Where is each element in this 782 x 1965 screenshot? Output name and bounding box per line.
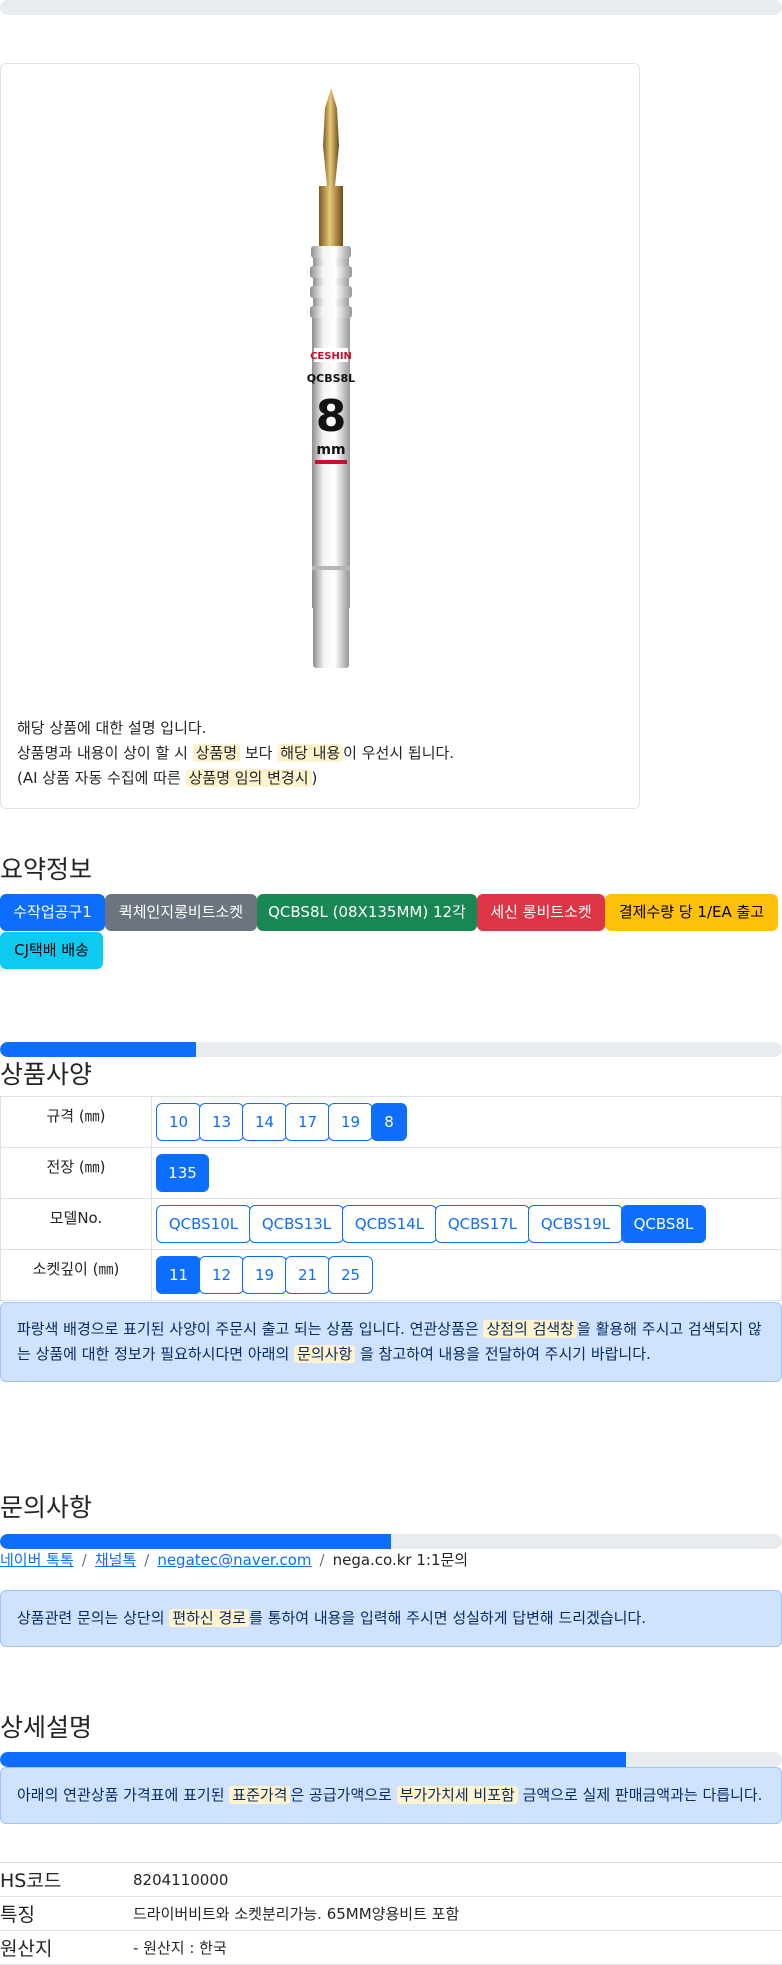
- spec-option-button[interactable]: 13: [199, 1103, 244, 1141]
- inquiry-links: 네이버 톡톡 / 채널톡 / negatec@naver.com / nega.co.kr …: [0, 1551, 469, 1569]
- description-line: (AI 상품 자동 수집에 따른 상품명 임의 변경시): [17, 769, 318, 787]
- highlight: 상품명: [192, 744, 241, 762]
- spec-row: 규격 (㎜) 10 13 14 17 19 8: [0, 1096, 782, 1148]
- spec-label: 모델No.: [0, 1198, 152, 1250]
- email-link[interactable]: negatec@naver.com: [157, 1551, 311, 1569]
- highlight: 표준가격: [229, 1786, 291, 1804]
- info-row: 원산지 - 원산지 : 한국: [0, 1930, 782, 1965]
- inquiry-title: 문의사항: [0, 1493, 93, 1522]
- inquiry-notice: 상품관련 문의는 상단의 편하신 경로 를 통하여 내용을 입력해 주시면 성실하…: [0, 1590, 782, 1647]
- spec-option-button[interactable]: 25: [328, 1256, 373, 1294]
- detail-progress-fill: [0, 1752, 626, 1767]
- spec-option-button[interactable]: 11: [156, 1256, 201, 1294]
- badge: CJ택배 배송: [0, 932, 103, 969]
- product-description: 해당 상품에 대한 설명 입니다. 상품명과 내용이 상이 할 시 상품명 보다…: [17, 716, 454, 791]
- badge: 세신 롱비트소켓: [477, 894, 605, 931]
- info-value: - 원산지 : 한국: [133, 1930, 782, 1965]
- spec-option-button[interactable]: 17: [285, 1103, 330, 1141]
- specs-notice: 파랑색 배경으로 표기된 사양이 주문시 출고 되는 상품 입니다. 연관상품은…: [0, 1302, 782, 1382]
- product-card: CESHIN QCBS8L 8 mm 해당 상품에 대한 설명 입니다. 상품명…: [0, 63, 640, 809]
- inquiry-progress-fill: [0, 1534, 391, 1549]
- info-row: HS코드 8204110000: [0, 1862, 782, 1897]
- highlight: 문의사항: [294, 1345, 356, 1363]
- product-image: CESHIN QCBS8L 8 mm: [307, 88, 355, 668]
- badge: 결제수량 당 1/EA 출고: [605, 894, 778, 931]
- spec-option-button[interactable]: QCBS19L: [528, 1205, 623, 1243]
- detail-notice: 아래의 연관상품 가격표에 표기된 표준가격 은 공급가액으로 부가가치세 비포함…: [0, 1767, 782, 1824]
- highlight: 편하신 경로: [169, 1609, 250, 1627]
- highlight: 상점의 검색창: [483, 1320, 578, 1338]
- spec-option-button[interactable]: 21: [285, 1256, 330, 1294]
- spec-option-button[interactable]: 12: [199, 1256, 244, 1294]
- spec-row: 모델No. QCBS10L QCBS13L QCBS14L QCBS17L QCBS19…: [0, 1198, 782, 1250]
- info-key: 원산지: [0, 1930, 133, 1965]
- detail-progress-bar: [0, 1752, 782, 1767]
- badge: 수작업공구1: [0, 894, 105, 931]
- naver-talk-link[interactable]: 네이버 톡톡: [0, 1551, 74, 1569]
- spec-row: 소켓깊이 (㎜) 11 12 19 21 25: [0, 1249, 782, 1301]
- highlight: 상품명 임의 변경시: [185, 769, 312, 787]
- description-line: 해당 상품에 대한 설명 입니다.: [17, 719, 207, 737]
- spec-option-button[interactable]: 14: [242, 1103, 287, 1141]
- spec-label: 소켓깊이 (㎜): [0, 1249, 152, 1301]
- badge: QCBS8L (08X135MM) 12각: [257, 894, 477, 931]
- detail-info-table: HS코드 8204110000 특징 드라이버비트와 소켓분리가능. 65MM양용비…: [0, 1862, 782, 1965]
- site-inquiry-text: nega.co.kr 1:1문의: [332, 1551, 469, 1569]
- top-progress-bar: [0, 0, 782, 15]
- spec-option-button[interactable]: QCBS8L: [621, 1205, 706, 1243]
- spec-option-button[interactable]: 8: [371, 1103, 407, 1141]
- spec-option-button[interactable]: QCBS13L: [249, 1205, 344, 1243]
- spec-options: 135: [151, 1147, 782, 1199]
- description-line: 상품명과 내용이 상이 할 시 상품명 보다 해당 내용 이 우선시 됩니다.: [17, 744, 455, 762]
- product-model-label: QCBS8L: [307, 372, 355, 385]
- info-row: 특징 드라이버비트와 소켓분리가능. 65MM양용비트 포함: [0, 1896, 782, 1931]
- specs-title: 상품사양: [0, 1060, 93, 1089]
- spec-option-button[interactable]: 19: [328, 1103, 373, 1141]
- product-size-unit: mm: [316, 442, 345, 458]
- inquiry-progress-bar: [0, 1534, 782, 1549]
- channel-talk-link[interactable]: 채널톡: [95, 1551, 136, 1569]
- summary-title: 요약정보: [0, 855, 93, 884]
- highlight: 부가가치세 비포함: [396, 1786, 518, 1804]
- info-value: 드라이버비트와 소켓분리가능. 65MM양용비트 포함: [133, 1896, 782, 1931]
- info-value: 8204110000: [133, 1862, 782, 1897]
- spec-label: 규격 (㎜): [0, 1096, 152, 1148]
- highlight: 해당 내용: [277, 744, 344, 762]
- info-key: HS코드: [0, 1862, 133, 1897]
- spec-options: 10 13 14 17 19 8: [151, 1096, 782, 1148]
- spec-options: 11 12 19 21 25: [151, 1249, 782, 1301]
- spec-options: QCBS10L QCBS13L QCBS14L QCBS17L QCBS19L QCBS8…: [151, 1198, 782, 1250]
- spec-option-button[interactable]: QCBS14L: [342, 1205, 437, 1243]
- spec-option-button[interactable]: 10: [156, 1103, 201, 1141]
- spec-label: 전장 (㎜): [0, 1147, 152, 1199]
- spec-row: 전장 (㎜) 135: [0, 1147, 782, 1199]
- spec-option-button[interactable]: 19: [242, 1256, 287, 1294]
- product-brand-label: CESHIN: [310, 351, 352, 362]
- spec-option-button[interactable]: QCBS10L: [156, 1205, 251, 1243]
- detail-title: 상세설명: [0, 1713, 93, 1742]
- product-size-number: 8: [316, 391, 347, 442]
- spec-option-button[interactable]: QCBS17L: [435, 1205, 530, 1243]
- specs-table: 규격 (㎜) 10 13 14 17 19 8 전장 (㎜) 135 모델No. QCBS…: [0, 1096, 782, 1301]
- info-key: 특징: [0, 1896, 133, 1931]
- spec-option-button[interactable]: 135: [156, 1154, 209, 1192]
- badge: 퀵체인지롱비트소켓: [105, 894, 257, 931]
- specs-progress-bar: [0, 1042, 782, 1057]
